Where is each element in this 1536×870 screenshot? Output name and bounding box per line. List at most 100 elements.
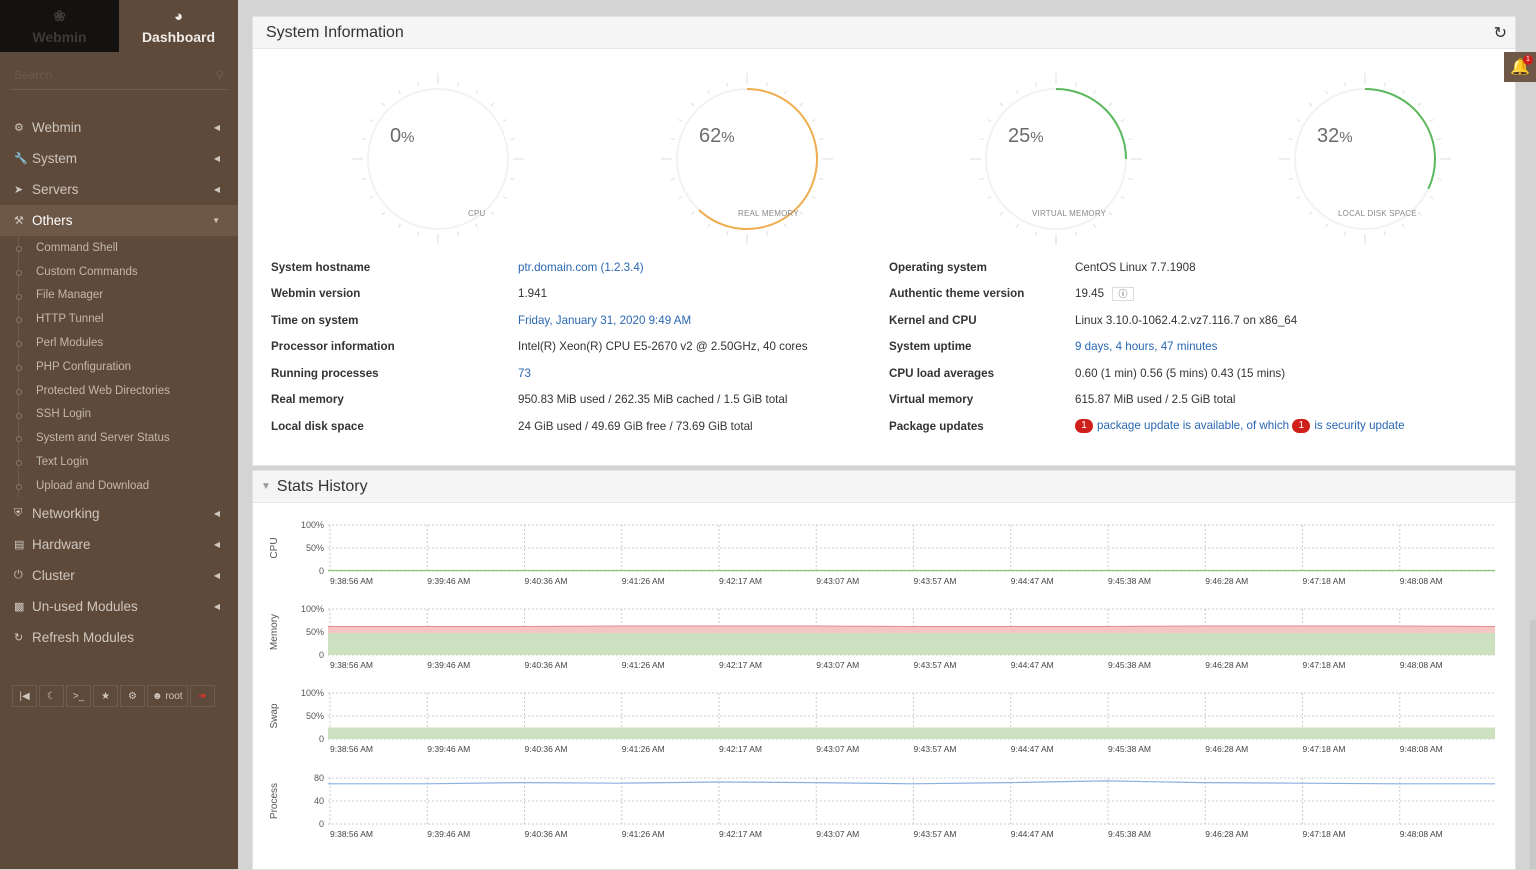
gauge-tick [1325,90,1328,95]
x-tick-label: 9:38:56 AM [330,744,373,754]
sidebar-item-servers[interactable]: ➤ Servers ◀ [0,174,238,205]
refresh-icon[interactable]: ↻ [1494,23,1507,43]
sidebar-item-system[interactable]: 🔧 System ◀ [0,143,238,174]
user-button[interactable]: ☻ root [147,685,188,707]
gauge-tick [1308,102,1313,107]
gauge-tick [678,119,683,122]
gauge-tick [819,138,824,141]
stats-history-panel: ▼ Stats History CPU 100% 50% 0 9:38:56 AM 9:3… [252,470,1516,870]
gauge-tick [510,138,515,141]
gauge-tick [1429,119,1434,122]
chart-cpu: CPU 100% 50% 0 9:38:56 AM 9:39:46 AM 9:40:36 A… [253,511,1515,596]
info-link[interactable]: Friday, January 31, 2020 9:49 AM [518,314,691,327]
sidebar-item-others[interactable]: ⚒ Others ▼ [0,205,238,236]
sidebar-item-webmin[interactable]: ⚙ Webmin ◀ [0,112,238,143]
info-text: 1.941 [518,287,548,301]
favorites-button[interactable]: ★ [93,685,118,707]
info-row: Kernel and CPU Linux 3.10.0-1062.4.2.vz7.… [889,307,1507,334]
gauge-tick [811,196,816,199]
submenu-item[interactable]: Command Shell [0,236,238,260]
system-information-panel: System Information ↻ 0% CPU 62% REAL MEMOR… [252,16,1516,466]
security-updates-link[interactable]: is security update [1314,419,1404,432]
gauge-tick [1016,90,1019,95]
submenu-item[interactable]: PHP Configuration [0,355,238,379]
submenu-item[interactable]: System and Server Status [0,426,238,450]
terminal-button[interactable]: >_ [66,685,91,707]
sidebar-item-hardware[interactable]: ▤ Hardware ◀ [0,529,238,560]
info-text: Intel(R) Xeon(R) CPU E5-2670 v2 @ 2.50GH… [518,340,808,354]
sidebar-item-networking[interactable]: ⛨ Networking ◀ [0,498,238,529]
submenu-item[interactable]: Upload and Download [0,474,238,498]
chevron-left-icon: ◀ [213,570,220,580]
x-tick-label: 9:42:17 AM [719,660,762,670]
gauge-tick [726,82,729,87]
submenu-item[interactable]: Text Login [0,450,238,474]
sidebar-item-cluster[interactable]: ⏻ Cluster ◀ [0,560,238,591]
x-tick-label: 9:44:47 AM [1011,660,1054,670]
gauge-tick [690,211,695,216]
info-key: Webmin version [271,287,361,301]
chart-svg: Process 80 40 0 9:38:56 AM 9:39:46 AM 9:40:36 … [269,773,1495,839]
info-value: Intel(R) Xeon(R) CPU E5-2670 v2 @ 2.50GH… [518,340,808,353]
main-content: System Information ↻ 0% CPU 62% REAL MEMOR… [238,0,1536,870]
tab-webmin-label: Webmin [32,29,87,45]
gauge-tick [1417,211,1422,216]
tab-dashboard[interactable]: ◕ Dashboard [119,0,238,52]
gauge-tick [381,211,386,216]
x-tick-label: 9:44:47 AM [1011,576,1054,586]
gauge-tick [456,231,459,236]
gauge-tick [799,211,804,216]
submenu-item[interactable]: SSH Login [0,403,238,427]
logout-button[interactable]: ➜ [189,685,215,707]
x-tick-label: 9:45:38 AM [1108,744,1151,754]
power-icon: ⏻ [14,568,23,581]
sidebar: ❀ Webmin ◕ Dashboard ⚲ ⚙ Webmin ◀ 🔧 System ◀… [0,0,238,869]
username: root [165,690,183,702]
submenu-item[interactable]: File Manager [0,284,238,308]
collapse-sidebar-button[interactable]: |◀ [12,685,37,707]
info-link[interactable]: ptr.domain.com (1.2.3.4) [518,261,644,274]
sidebar-toolbar: |◀ ☾ >_ ★ ⚙ ☻ root ➜ [12,685,215,707]
gauge-tick [799,102,804,107]
sidebar-item-unused-modules[interactable]: ▩ Un-used Modules ◀ [0,591,238,622]
submenu-item[interactable]: Custom Commands [0,260,238,284]
package-updates-link[interactable]: package update is available, of which [1097,419,1289,432]
x-tick-label: 9:38:56 AM [330,576,373,586]
info-link[interactable]: 73 [518,367,531,380]
x-tick-label: 9:48:08 AM [1400,744,1443,754]
y-axis-label: Process [269,783,280,819]
submenu-item[interactable]: HTTP Tunnel [0,307,238,331]
gauge-tick [369,196,374,199]
x-tick-label: 9:43:57 AM [914,660,957,670]
search-input[interactable] [14,67,194,82]
scrollbar[interactable] [1530,620,1536,869]
sidebar-item-refresh-modules[interactable]: ↻ Refresh Modules [0,622,238,653]
y-tick-label: 50% [306,627,324,637]
night-mode-button[interactable]: ☾ [39,685,64,707]
x-tick-label: 9:45:38 AM [1108,660,1151,670]
info-icon[interactable]: ⓘ [1112,286,1135,301]
sidebar-menu: ⚙ Webmin ◀ 🔧 System ◀ ➤ Servers ◀ ⚒ Others ▼ Com… [0,112,238,653]
y-axis-label: Memory [269,614,280,650]
x-tick-label: 9:40:36 AM [525,744,568,754]
info-key: Operating system [889,260,987,274]
x-tick-label: 9:48:08 AM [1400,829,1443,839]
info-key: Virtual memory [889,393,974,407]
info-link[interactable]: 9 days, 4 hours, 47 minutes [1075,340,1217,353]
search-icon[interactable]: ⚲ [215,68,224,82]
gauge-tick [1120,196,1125,199]
gauge-tick [979,138,984,141]
tab-webmin[interactable]: ❀ Webmin [0,0,119,52]
stats-history-header[interactable]: ▼ Stats History [253,471,1515,503]
info-row: Real memory 950.83 MiB used / 262.35 MiB … [271,387,889,414]
series-line-used [328,625,1496,627]
chevron-left-icon: ◀ [213,508,220,518]
info-key: Processor information [271,340,395,354]
submenu-item[interactable]: Protected Web Directories [0,379,238,403]
notifications-button[interactable]: 🔔 1 [1504,52,1536,82]
theme-settings-button[interactable]: ⚙ [120,685,145,707]
info-row: Virtual memory 615.87 MiB used / 2.5 GiB … [889,387,1507,414]
submenu-item[interactable]: Perl Modules [0,331,238,355]
gauge-tick [1344,82,1347,87]
dashboard-gauge-icon: ◕ [173,7,184,25]
